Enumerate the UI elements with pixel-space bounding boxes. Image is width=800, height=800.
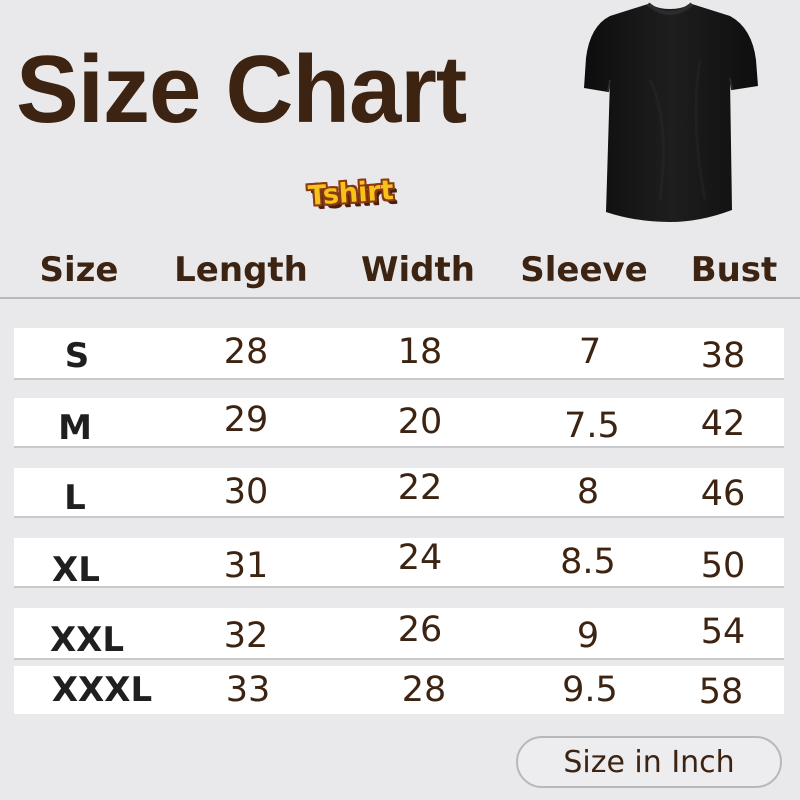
tshirt-image xyxy=(584,2,758,222)
sleeve-cell: 7.5 xyxy=(564,406,620,446)
header-divider xyxy=(0,297,800,299)
width-cell: 26 xyxy=(397,610,443,650)
column-header-size: Size xyxy=(39,250,119,290)
length-cell: 31 xyxy=(223,546,269,586)
column-header-bust: Bust xyxy=(690,250,778,290)
length-cell: 33 xyxy=(225,670,271,710)
size-cell: XXL xyxy=(49,620,125,660)
width-cell: 20 xyxy=(397,402,443,442)
size-cell: M xyxy=(58,408,92,448)
table-row: XXL 32 26 9 54 xyxy=(14,608,784,660)
length-cell: 30 xyxy=(223,472,269,512)
page-title: Size Chart xyxy=(16,36,467,143)
bust-cell: 38 xyxy=(700,336,746,376)
table-header: Size Length Width Sleeve Bust xyxy=(0,250,800,300)
bust-cell: 42 xyxy=(700,404,746,444)
table-row: XL 31 24 8.5 50 xyxy=(14,538,784,590)
sleeve-cell: 8.5 xyxy=(560,542,616,582)
length-cell: 32 xyxy=(223,616,269,656)
width-cell: 28 xyxy=(401,670,447,710)
length-cell: 29 xyxy=(223,400,269,440)
sleeve-cell: 9 xyxy=(576,616,600,656)
table-row: L 30 22 8 46 xyxy=(14,468,784,518)
size-cell: L xyxy=(64,478,86,518)
width-cell: 22 xyxy=(397,468,443,508)
bust-cell: 46 xyxy=(700,474,746,514)
table-row: S 28 18 7 38 xyxy=(14,328,784,380)
size-cell: XL xyxy=(52,550,100,590)
size-cell: S xyxy=(64,336,90,376)
sleeve-cell: 8 xyxy=(576,472,600,512)
table-row: M 29 20 7.5 42 xyxy=(14,398,784,448)
tshirt-badge: Tshirt xyxy=(307,175,395,212)
sleeve-cell: 9.5 xyxy=(562,670,618,710)
bust-cell: 58 xyxy=(698,672,744,712)
column-header-sleeve: Sleeve xyxy=(520,250,648,290)
table-row: XXXL 33 28 9.5 58 xyxy=(14,666,784,714)
bust-cell: 54 xyxy=(700,612,746,652)
size-cell: XXXL xyxy=(51,670,153,710)
width-cell: 18 xyxy=(397,332,443,372)
column-header-length: Length xyxy=(174,250,308,290)
width-cell: 24 xyxy=(397,538,443,578)
unit-label: Size in Inch xyxy=(516,736,782,788)
length-cell: 28 xyxy=(223,332,269,372)
column-header-width: Width xyxy=(361,250,475,290)
bust-cell: 50 xyxy=(700,546,746,586)
sleeve-cell: 7 xyxy=(578,332,602,372)
